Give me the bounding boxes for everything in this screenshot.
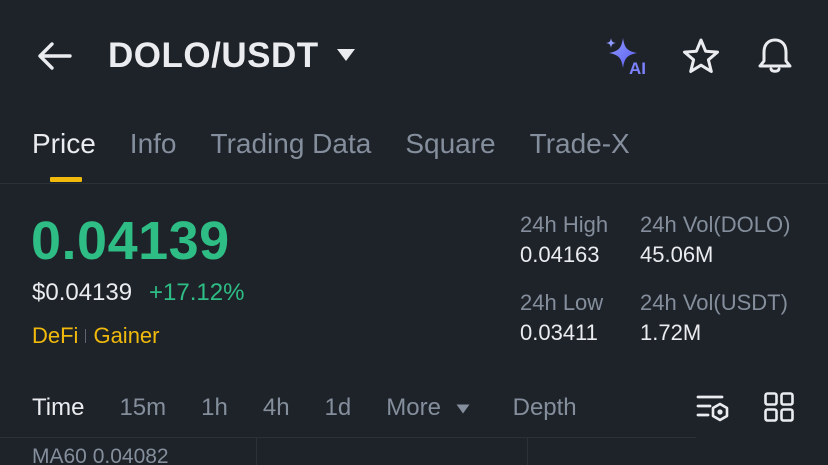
pair-dropdown[interactable] bbox=[336, 48, 356, 62]
last-price: 0.04139 bbox=[31, 211, 230, 271]
back-arrow-icon bbox=[38, 42, 72, 70]
svg-text:AI: AI bbox=[629, 59, 646, 78]
timeframe-4h[interactable]: 4h bbox=[263, 393, 290, 423]
vol-quote-value: 1.72M bbox=[640, 320, 702, 345]
toolbar-divider bbox=[0, 437, 696, 438]
fiat-price: $0.04139 bbox=[32, 279, 133, 306]
more-label: More bbox=[386, 394, 441, 421]
header-divider bbox=[0, 183, 828, 184]
chart-gridline bbox=[527, 438, 528, 465]
active-tab-indicator bbox=[50, 177, 82, 182]
caret-down-icon bbox=[456, 404, 470, 414]
tab-trading-data[interactable]: Trading Data bbox=[211, 126, 372, 166]
indicator-settings-button[interactable] bbox=[696, 392, 730, 424]
ai-sparkle-icon: AI bbox=[606, 38, 646, 78]
alert-button[interactable] bbox=[754, 34, 796, 76]
trading-pair-title[interactable]: DOLO/USDT bbox=[108, 34, 319, 78]
vol-base-label: 24h Vol(DOLO) bbox=[640, 212, 791, 237]
token-tags: DeFi Gainer bbox=[32, 322, 160, 350]
grid-icon bbox=[764, 392, 794, 422]
bell-icon bbox=[758, 38, 792, 73]
favorite-button[interactable] bbox=[680, 36, 722, 78]
high-value: 0.04163 bbox=[520, 242, 600, 267]
tag-defi[interactable]: DeFi bbox=[32, 322, 78, 350]
ai-button[interactable]: AI bbox=[603, 36, 649, 78]
timeframe-15m[interactable]: 15m bbox=[119, 393, 166, 423]
high-label: 24h High bbox=[520, 212, 609, 237]
ma60-readout: MA60 0.04082 bbox=[32, 445, 169, 465]
low-label: 24h Low bbox=[520, 290, 604, 315]
tab-trade-x[interactable]: Trade-X bbox=[530, 126, 630, 166]
back-button[interactable] bbox=[34, 38, 74, 74]
chart-gridline bbox=[256, 438, 257, 465]
vol-base-value: 45.06M bbox=[640, 242, 714, 267]
price-change: +17.12% bbox=[149, 279, 245, 306]
tag-gainer[interactable]: Gainer bbox=[93, 322, 159, 350]
timeframe-1h[interactable]: 1h bbox=[201, 393, 228, 423]
tag-separator bbox=[85, 329, 87, 343]
tab-bar: Price Info Trading Data Square Trade-X bbox=[32, 126, 664, 166]
caret-down-icon bbox=[337, 49, 355, 61]
tab-price[interactable]: Price bbox=[32, 126, 96, 166]
layout-grid-button[interactable] bbox=[763, 391, 795, 423]
timeframe-1d[interactable]: 1d bbox=[325, 393, 352, 423]
chart-toolbar: Time 15m 1h 4h 1d More Depth bbox=[32, 392, 612, 424]
tab-info[interactable]: Info bbox=[130, 126, 177, 166]
indicator-settings-icon bbox=[696, 395, 729, 422]
star-icon bbox=[683, 38, 719, 73]
vol-quote-label: 24h Vol(USDT) bbox=[640, 290, 788, 315]
depth-tab[interactable]: Depth bbox=[513, 393, 577, 423]
timeframe-time[interactable]: Time bbox=[32, 393, 84, 423]
low-value: 0.03411 bbox=[520, 320, 598, 345]
more-timeframes-button[interactable]: More bbox=[386, 393, 470, 423]
tab-square[interactable]: Square bbox=[405, 126, 495, 166]
